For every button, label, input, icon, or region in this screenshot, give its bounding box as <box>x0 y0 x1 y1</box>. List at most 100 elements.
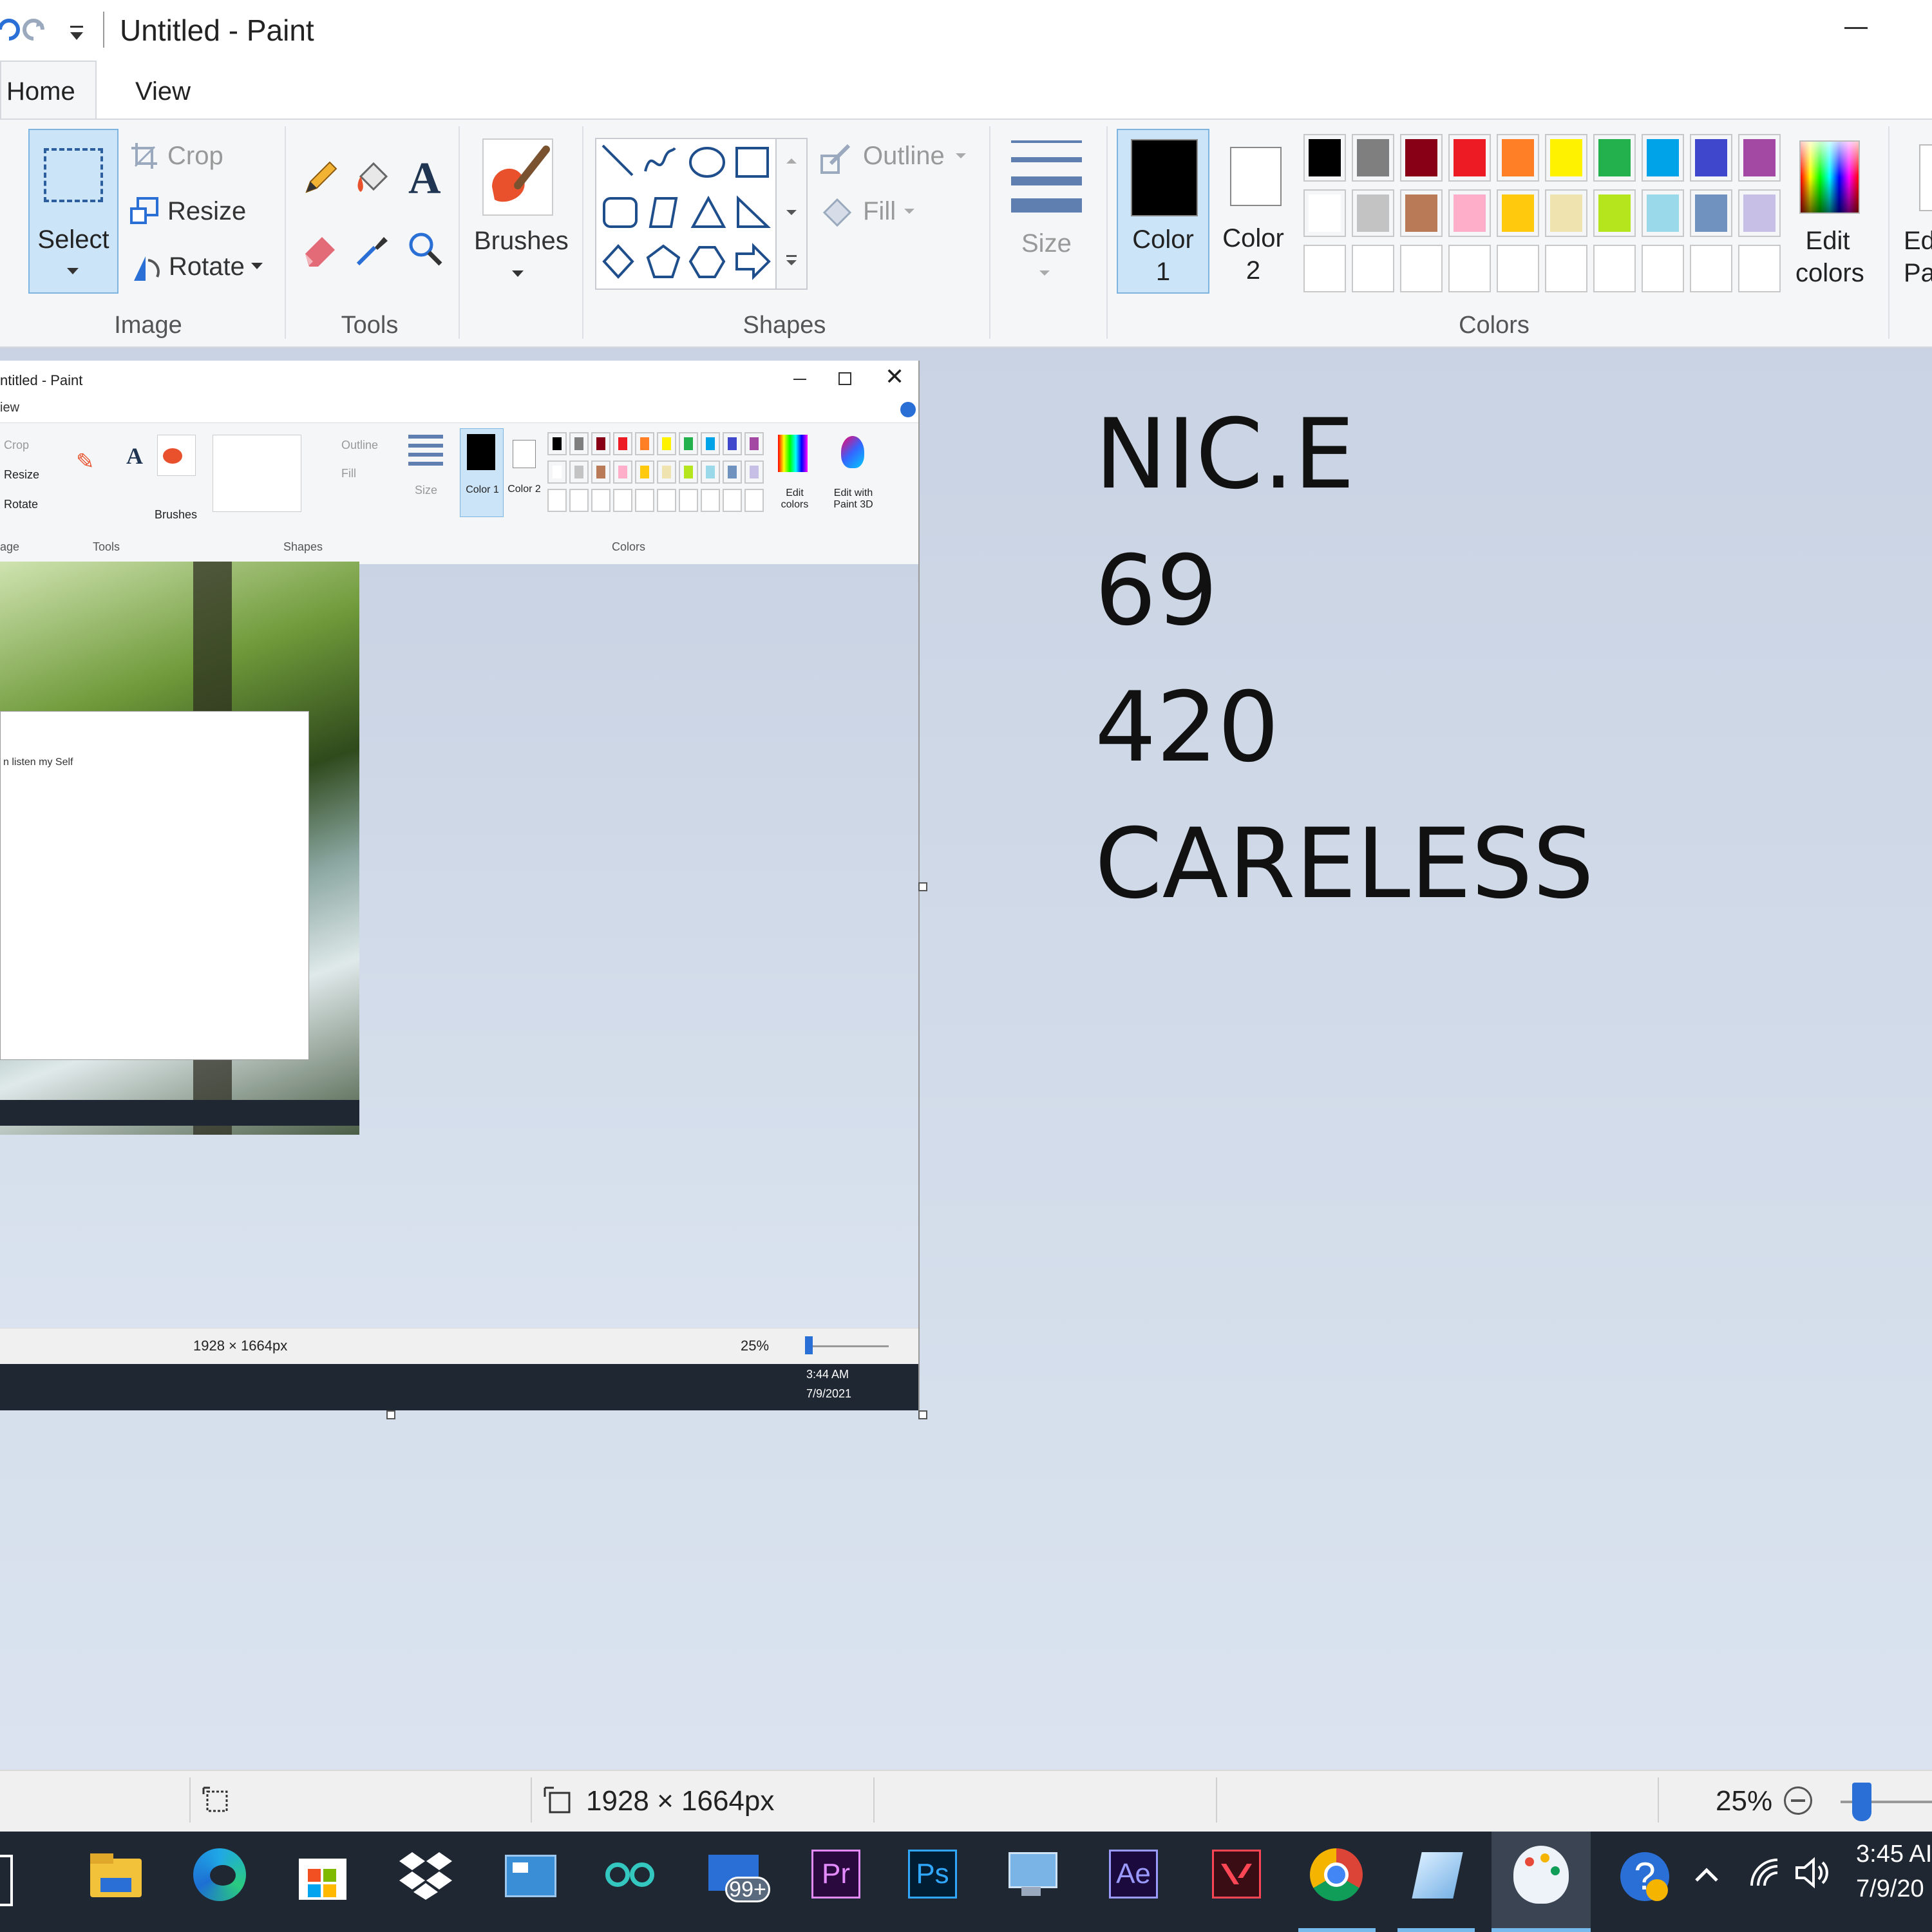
select-button[interactable]: Select <box>28 129 118 294</box>
palette-empty-swatch[interactable] <box>1593 245 1636 292</box>
outline-dropdown-icon[interactable] <box>956 153 966 158</box>
palette-swatch[interactable] <box>744 432 764 455</box>
canvas-resize-handle-bottom[interactable] <box>386 1410 395 1419</box>
zoom-out-button[interactable] <box>1784 1786 1812 1815</box>
palette-swatch[interactable] <box>723 432 742 455</box>
palette-swatch[interactable] <box>1690 134 1732 182</box>
text-tool-icon[interactable]: A <box>408 153 441 205</box>
palette-swatch[interactable] <box>1497 134 1539 182</box>
chrome-icon[interactable] <box>1307 1846 1365 1904</box>
remote-desktop-icon[interactable] <box>1002 1846 1060 1904</box>
dropbox-icon[interactable] <box>397 1846 455 1904</box>
palette-swatch[interactable] <box>1738 189 1781 237</box>
palette-swatch[interactable] <box>1593 189 1636 237</box>
palette-empty-swatch[interactable] <box>701 489 720 512</box>
palette-empty-swatch[interactable] <box>547 489 567 512</box>
file-explorer-icon[interactable] <box>88 1846 146 1904</box>
rotate-button[interactable]: Rotate <box>169 252 245 281</box>
palette-swatch[interactable] <box>591 432 611 455</box>
pasted-screenshot[interactable]: ntitled - Paint ✕ iew Crop Resize Rotate… <box>0 361 920 1410</box>
canvas-resize-handle-corner[interactable] <box>918 1410 927 1419</box>
palette-swatch[interactable] <box>1448 189 1491 237</box>
rotate-icon[interactable] <box>129 251 162 285</box>
clock-date[interactable]: 7/9/20 <box>1856 1875 1924 1903</box>
palette-swatch[interactable] <box>657 460 676 484</box>
palette-empty-swatch[interactable] <box>591 489 611 512</box>
palette-empty-swatch[interactable] <box>1352 245 1394 292</box>
palette-empty-swatch[interactable] <box>1690 245 1732 292</box>
palette-swatch[interactable] <box>1303 189 1346 237</box>
palette-swatch[interactable] <box>569 460 589 484</box>
palette-swatch[interactable] <box>635 460 654 484</box>
palette-swatch[interactable] <box>1642 189 1684 237</box>
edge-icon[interactable] <box>191 1846 249 1904</box>
palette-swatch[interactable] <box>591 460 611 484</box>
palette-swatch[interactable] <box>1352 134 1394 182</box>
tab-view[interactable]: View <box>116 71 210 112</box>
palette-swatch[interactable] <box>744 460 764 484</box>
palette-swatch[interactable] <box>635 432 654 455</box>
palette-swatch[interactable] <box>547 460 567 484</box>
size-dropdown-icon[interactable] <box>1039 270 1050 276</box>
palette-empty-swatch[interactable] <box>744 489 764 512</box>
shapes-scroll-up-icon[interactable] <box>786 158 797 164</box>
palette-swatch[interactable] <box>657 432 676 455</box>
edit-colors-button[interactable]: Edit colors <box>1795 138 1864 292</box>
size-button[interactable]: Size <box>1021 229 1072 258</box>
magnifier-icon[interactable] <box>404 228 446 269</box>
resize-button[interactable]: Resize <box>167 197 246 226</box>
valorant-icon[interactable] <box>1209 1846 1267 1904</box>
palette-swatch[interactable] <box>1400 134 1443 182</box>
palette-swatch[interactable] <box>613 432 632 455</box>
palette-swatch[interactable] <box>1545 189 1587 237</box>
palette-swatch[interactable] <box>1352 189 1394 237</box>
undo-icon[interactable] <box>0 14 22 43</box>
color2-button[interactable]: Color 2 <box>1215 129 1292 294</box>
palette-swatch[interactable] <box>679 432 698 455</box>
task-view-icon[interactable] <box>0 1855 26 1906</box>
palette-swatch[interactable] <box>1642 134 1684 182</box>
pencil-icon[interactable] <box>300 157 341 198</box>
palette-swatch[interactable] <box>1497 189 1539 237</box>
palette-swatch[interactable] <box>1303 134 1346 182</box>
mail-icon[interactable]: 99+ <box>706 1846 777 1904</box>
shapes-gallery[interactable] <box>595 138 777 290</box>
palette-swatch[interactable] <box>701 460 720 484</box>
palette-swatch[interactable] <box>1738 134 1781 182</box>
canvas-resize-handle-right[interactable] <box>918 882 927 891</box>
palette-empty-swatch[interactable] <box>613 489 632 512</box>
store-icon[interactable] <box>294 1846 352 1904</box>
control-panel-icon[interactable] <box>500 1846 558 1904</box>
palette-swatch[interactable] <box>1593 134 1636 182</box>
minimize-button[interactable] <box>1823 0 1893 58</box>
color-picker-icon[interactable] <box>352 228 393 269</box>
outline-button[interactable]: Outline <box>863 142 945 171</box>
fill-dropdown-icon[interactable] <box>904 209 914 214</box>
fill-icon[interactable] <box>819 194 854 229</box>
palette-empty-swatch[interactable] <box>723 489 742 512</box>
fill-button[interactable]: Fill <box>863 197 896 226</box>
edit-with-paint3d-button[interactable]: Ed Pa <box>1901 138 1932 292</box>
palette-swatch[interactable] <box>723 460 742 484</box>
customize-quick-access-icon[interactable] <box>68 23 85 44</box>
palette-swatch[interactable] <box>679 460 698 484</box>
crop-icon[interactable] <box>129 140 160 171</box>
palette-empty-swatch[interactable] <box>679 489 698 512</box>
infinity-app-icon[interactable] <box>603 1846 661 1904</box>
brushes-label[interactable]: Brushes <box>474 227 569 256</box>
palette-swatch[interactable] <box>1545 134 1587 182</box>
palette-swatch[interactable] <box>569 432 589 455</box>
tab-home[interactable]: Home <box>0 61 97 120</box>
palette-swatch[interactable] <box>1690 189 1732 237</box>
palette-swatch[interactable] <box>547 432 567 455</box>
volume-icon[interactable] <box>1793 1853 1832 1892</box>
palette-swatch[interactable] <box>1448 134 1491 182</box>
palette-empty-swatch[interactable] <box>1642 245 1684 292</box>
palette-empty-swatch[interactable] <box>1400 245 1443 292</box>
color1-button[interactable]: Color 1 <box>1117 129 1209 294</box>
palette-swatch[interactable] <box>1400 189 1443 237</box>
crop-button[interactable]: Crop <box>167 142 223 171</box>
wifi-icon[interactable] <box>1745 1853 1784 1892</box>
palette-empty-swatch[interactable] <box>569 489 589 512</box>
redo-icon[interactable] <box>21 14 49 43</box>
